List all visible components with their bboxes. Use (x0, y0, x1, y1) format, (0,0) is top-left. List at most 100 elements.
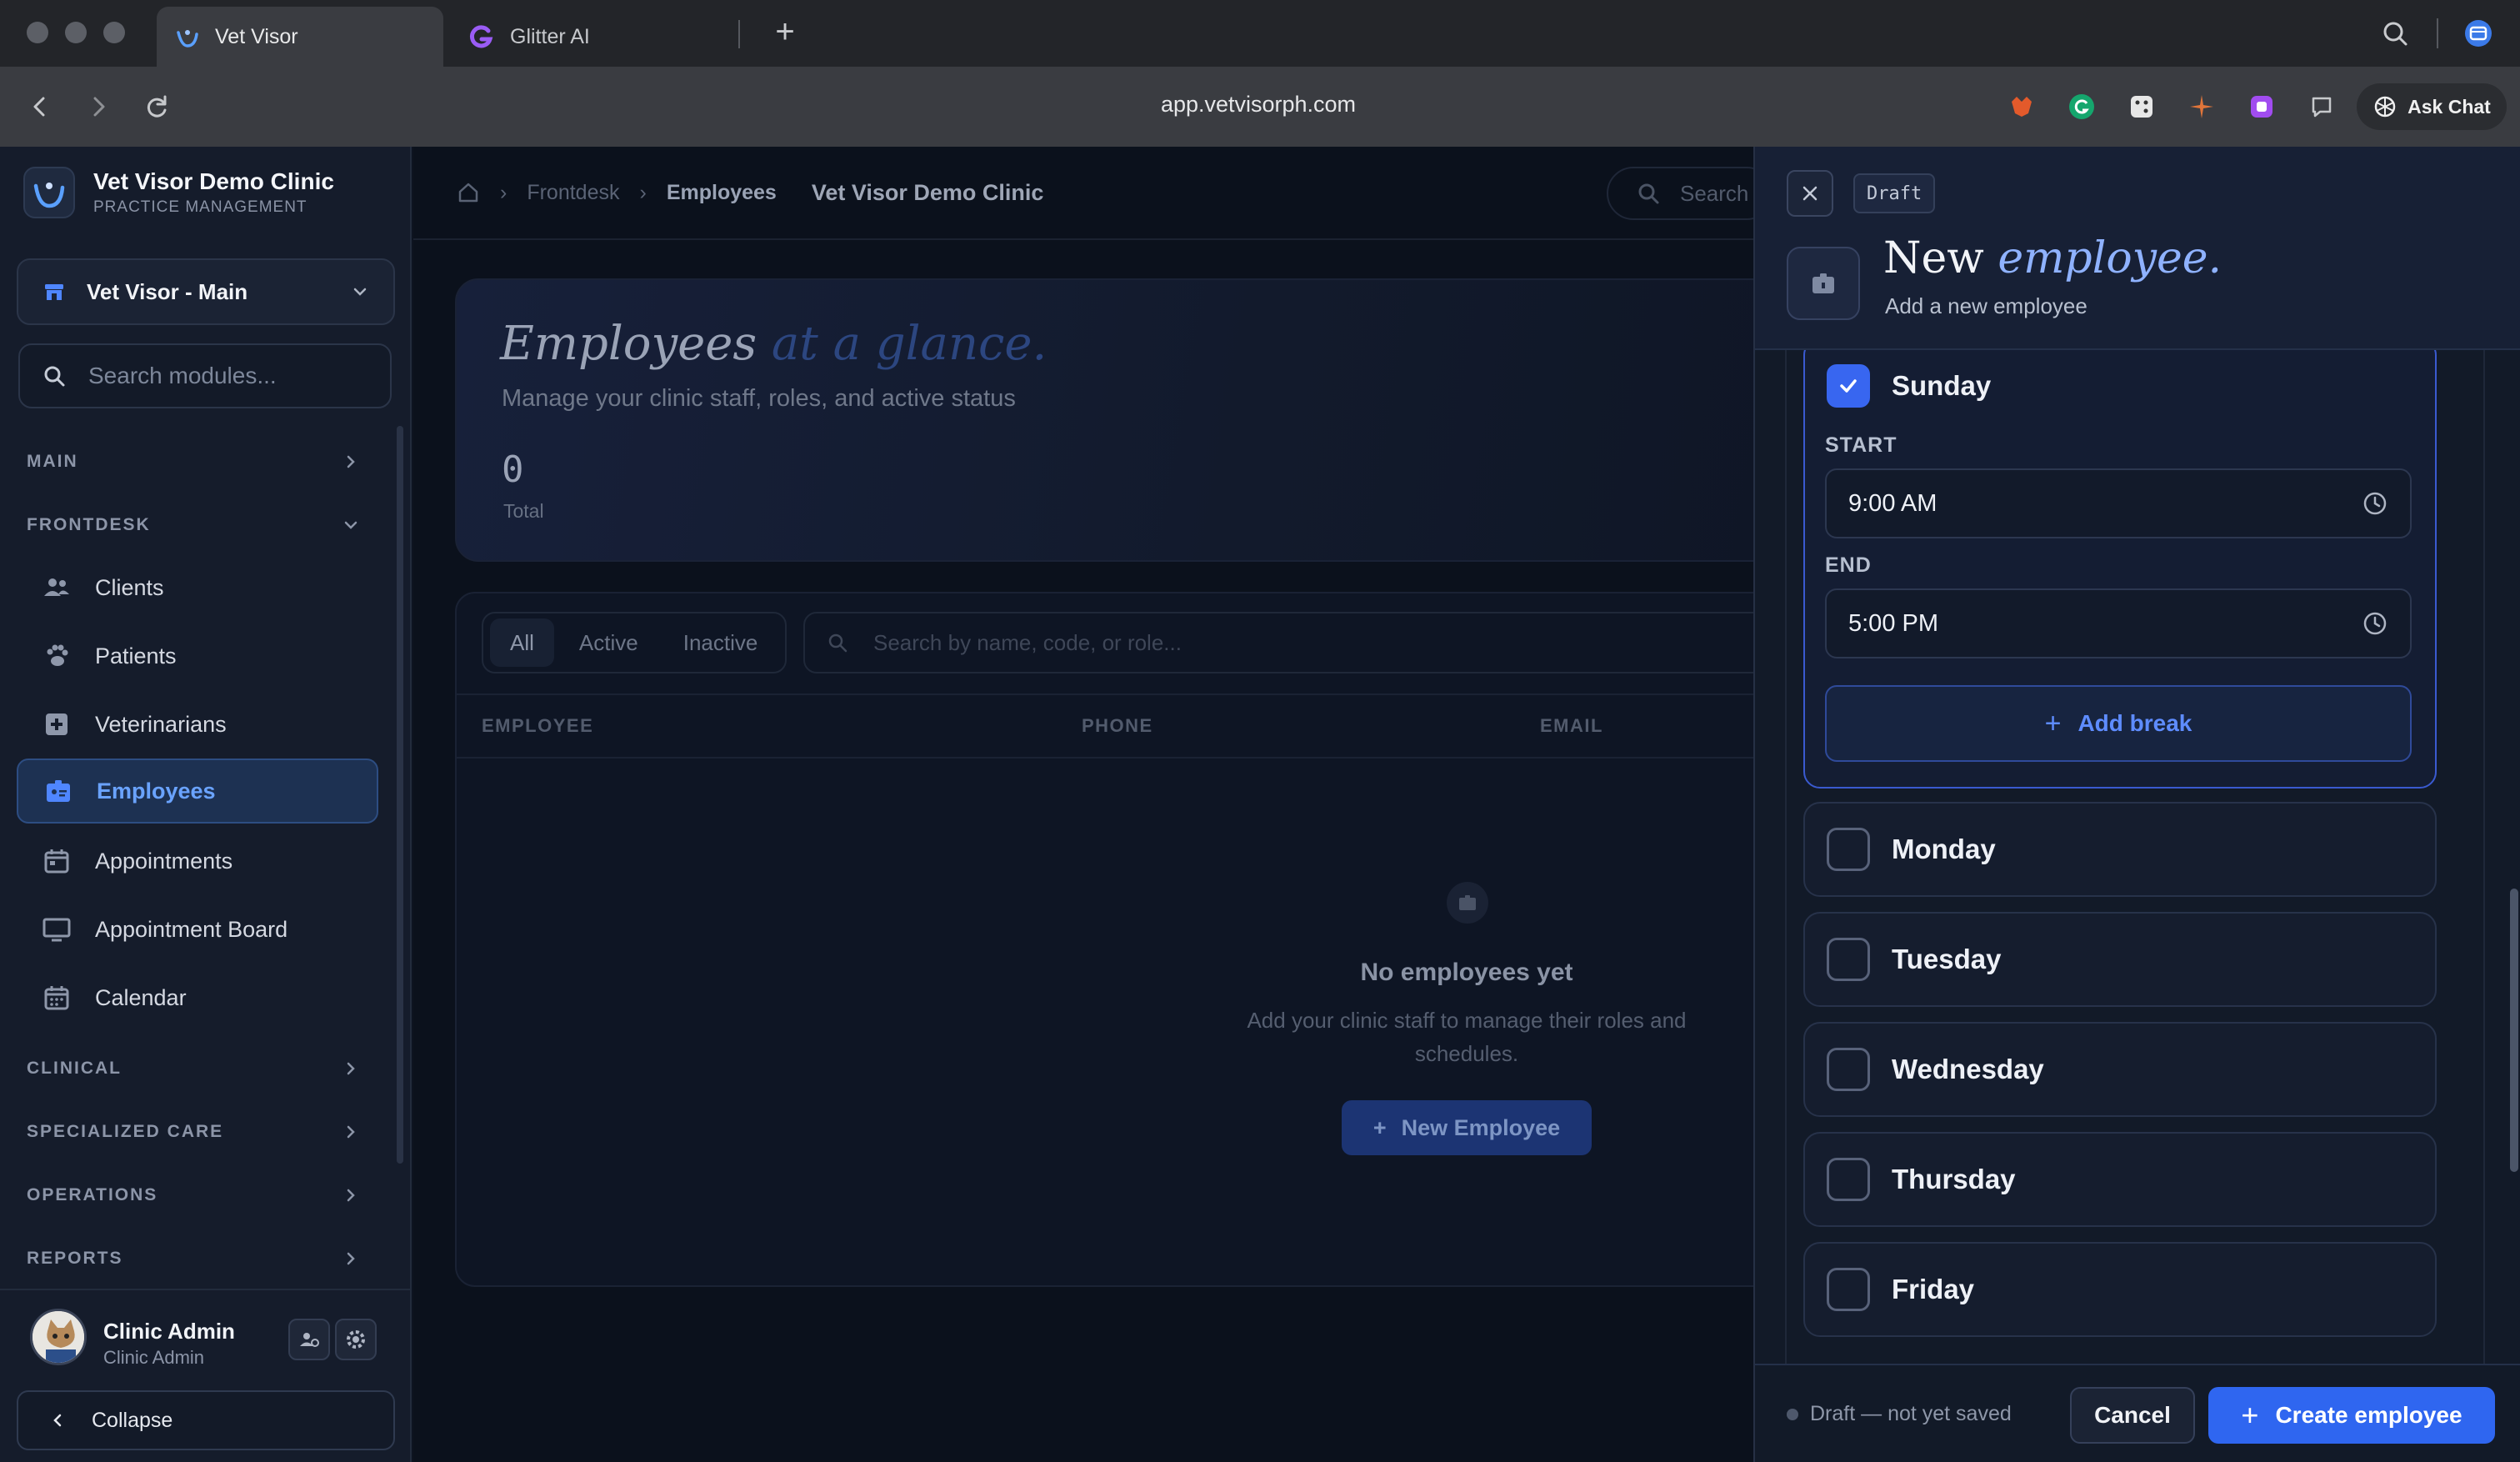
section-operations[interactable]: OPERATIONS (27, 1179, 360, 1212)
breadcrumb-frontdesk[interactable]: Frontdesk (527, 181, 619, 205)
chevron-right-icon (342, 1249, 360, 1268)
cancel-button[interactable]: Cancel (2070, 1387, 2195, 1444)
filter-active[interactable]: Active (559, 618, 658, 667)
check-icon (1840, 379, 1857, 393)
drawer-scrollbar[interactable] (2510, 889, 2518, 1172)
clock-icon[interactable] (2362, 490, 2388, 517)
end-time-input[interactable]: 5:00 PM (1825, 588, 2412, 658)
day-toggle-monday[interactable]: Monday (1805, 804, 2435, 895)
section-frontdesk[interactable]: FRONTDESK (27, 508, 360, 542)
add-break-button[interactable]: + Add break (1825, 685, 2412, 762)
wednesday-checkbox[interactable] (1827, 1048, 1870, 1091)
day-toggle-friday[interactable]: Friday (1805, 1244, 2435, 1335)
sidebar-item-appointments[interactable]: Appointments (17, 829, 378, 894)
search-icon (827, 632, 848, 653)
sidebar-item-appointment-board[interactable]: Appointment Board (17, 897, 378, 962)
section-label: SPECIALIZED CARE (27, 1122, 224, 1141)
drawer-footer: Draft — not yet saved Cancel + Create em… (1755, 1364, 2520, 1462)
profile-icon[interactable] (2462, 17, 2495, 50)
tuesday-checkbox[interactable] (1827, 938, 1870, 981)
section-label: MAIN (27, 452, 78, 471)
breadcrumb-separator: › (500, 180, 508, 204)
thursday-checkbox[interactable] (1827, 1158, 1870, 1201)
window-minimize-control[interactable] (65, 22, 87, 43)
main-content: › Frontdesk › Employees Vet Visor Demo C… (413, 147, 1803, 1462)
settings-gear-icon[interactable] (335, 1319, 377, 1360)
avatar[interactable] (30, 1309, 87, 1365)
breadcrumb: › Frontdesk › Employees Vet Visor Demo C… (413, 147, 1755, 240)
chevron-down-icon (350, 282, 370, 302)
global-search-input[interactable]: Search (1607, 167, 1773, 220)
browser-tab-vet-visor[interactable]: Vet Visor (157, 7, 443, 67)
sidebar-scrollbar[interactable] (397, 426, 403, 1164)
new-employee-button[interactable]: + New Employee (1342, 1100, 1592, 1155)
section-main[interactable]: MAIN (27, 445, 360, 478)
ask-chat-button[interactable]: Ask Chat (2357, 83, 2507, 130)
column-phone[interactable]: PHONE (1082, 715, 1153, 737)
browser-tab-glitter-ai[interactable]: Glitter AI (460, 7, 735, 67)
module-search-input[interactable]: Search modules... (18, 343, 392, 408)
filter-inactive[interactable]: Inactive (663, 618, 778, 667)
close-icon[interactable] (1787, 170, 1833, 217)
reload-icon[interactable] (135, 85, 178, 128)
monday-checkbox[interactable] (1827, 828, 1870, 871)
home-icon[interactable] (457, 181, 480, 204)
grammarly-extension-icon[interactable] (2067, 92, 2097, 122)
purple-extension-icon[interactable] (2247, 92, 2277, 122)
ask-chat-label: Ask Chat (2408, 95, 2491, 118)
day-toggle-sunday[interactable]: Sunday (1805, 350, 2435, 432)
window-zoom-control[interactable] (103, 22, 125, 43)
day-toggle-wednesday[interactable]: Wednesday (1805, 1024, 2435, 1115)
address-bar[interactable]: app.vetvisorph.com (1000, 92, 1517, 118)
drawer-title: New employee. (1883, 233, 2222, 283)
day-toggle-tuesday[interactable]: Tuesday (1805, 914, 2435, 1005)
tab-search-icon[interactable] (2378, 17, 2412, 50)
clock-icon[interactable] (2362, 610, 2388, 637)
user-card: Clinic Admin Clinic Admin Collapse (0, 1289, 412, 1462)
page-title-main: Employees (500, 317, 758, 371)
sidebar-item-patients[interactable]: Patients (17, 623, 378, 688)
window-close-control[interactable] (27, 22, 48, 43)
section-reports[interactable]: REPORTS (27, 1242, 360, 1275)
filter-all[interactable]: All (490, 618, 554, 667)
friday-checkbox[interactable] (1827, 1268, 1870, 1311)
back-arrow-icon[interactable] (18, 85, 62, 128)
column-employee[interactable]: EMPLOYEE (482, 715, 593, 737)
start-time-input[interactable]: 9:00 AM (1825, 468, 2412, 538)
day-card-monday[interactable]: Monday (1803, 802, 2437, 897)
create-employee-button[interactable]: + Create employee (2208, 1387, 2495, 1444)
section-clinical[interactable]: CLINICAL (27, 1052, 360, 1085)
collapse-sidebar-button[interactable]: Collapse (17, 1390, 395, 1450)
new-tab-plus-icon[interactable]: + (767, 15, 803, 52)
day-card-sunday: Sunday START 9:00 AM END 5:00 PM + Add b… (1803, 350, 2437, 789)
user-switch-icon[interactable] (288, 1319, 330, 1360)
day-card-thursday[interactable]: Thursday (1803, 1132, 2437, 1227)
sidebar-item-employees[interactable]: Employees (17, 759, 378, 824)
sidebar-item-label: Appointment Board (95, 916, 288, 942)
sparkle-extension-icon[interactable] (2187, 92, 2217, 122)
day-toggle-thursday[interactable]: Thursday (1805, 1134, 2435, 1225)
search-icon (1637, 182, 1660, 205)
forward-arrow-icon[interactable] (77, 85, 120, 128)
clinic-name: Vet Visor Demo Clinic (93, 168, 334, 194)
dice-extension-icon[interactable] (2127, 92, 2157, 122)
branch-selector[interactable]: Vet Visor - Main (17, 258, 395, 325)
chevron-right-icon (342, 1123, 360, 1141)
sidebar-item-veterinarians[interactable]: Veterinarians (17, 692, 378, 757)
clinic-brand[interactable]: Vet Visor Demo Clinic PRACTICE MANAGEMEN… (23, 167, 334, 218)
employee-search-input[interactable]: Search by name, code, or role... (803, 612, 1803, 673)
day-card-friday[interactable]: Friday (1803, 1242, 2437, 1337)
sidebar-item-calendar[interactable]: Calendar (17, 965, 378, 1030)
sidebar-item-label: Calendar (95, 984, 187, 1010)
day-card-tuesday[interactable]: Tuesday (1803, 912, 2437, 1007)
section-specialized-care[interactable]: SPECIALIZED CARE (27, 1115, 360, 1149)
day-card-wednesday[interactable]: Wednesday (1803, 1022, 2437, 1117)
badge-icon (43, 776, 73, 806)
sunday-checkbox[interactable] (1827, 364, 1870, 408)
column-email[interactable]: EMAIL (1540, 715, 1603, 737)
monitor-icon (42, 914, 72, 944)
sidebar-item-clients[interactable]: Clients (17, 555, 378, 620)
fox-extension-icon[interactable] (2007, 92, 2037, 122)
chat-bubble-extension-icon[interactable] (2307, 92, 2337, 122)
vet-visor-logo-icon (23, 167, 75, 218)
